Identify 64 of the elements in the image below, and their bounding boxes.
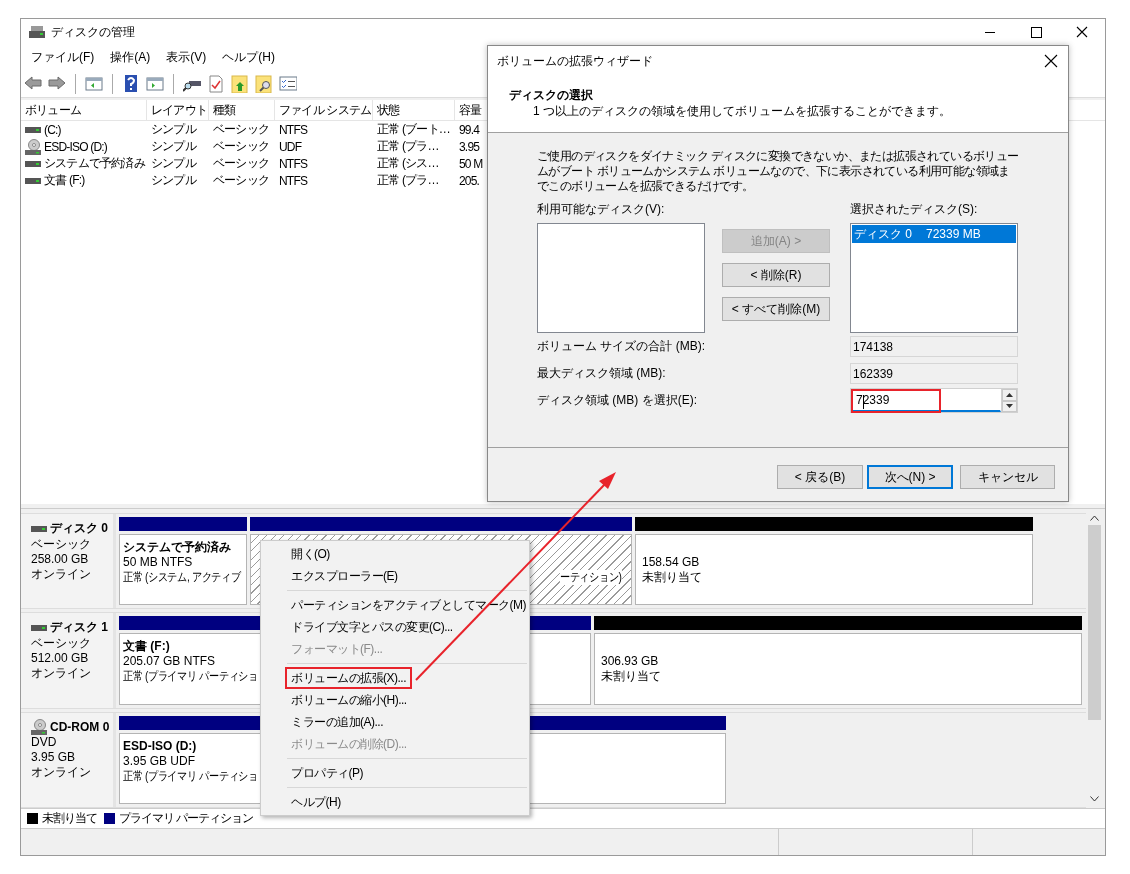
partition-size: 50 MB NTFS (123, 555, 193, 570)
table-cell: ベーシック (213, 138, 269, 155)
table-cell: 99.4 (459, 122, 480, 137)
table-cell: NTFS (279, 122, 308, 137)
partition-status: ーティション) (559, 570, 621, 585)
partition-status: 正常 (プライマリ パーティショ (123, 768, 258, 784)
table-cell: ESD-ISO (D:) (44, 139, 108, 154)
list-label: 利用可能なディスク(V): (537, 202, 666, 217)
table-cell: シンプル (151, 172, 196, 189)
table-cell: (C:) (44, 122, 61, 137)
table-cell: 正常 (ブート… (377, 121, 450, 138)
dialog-heading: ディスクの選択 (509, 87, 594, 103)
table-cell: ベーシック (213, 121, 269, 138)
partition-name: ESD-ISO (D:) (123, 738, 197, 754)
table-cell: 正常 (シス… (377, 155, 439, 172)
legend-label: プライマリ パーティション (119, 810, 254, 827)
table-cell: ベーシック (213, 155, 269, 172)
readonly-field: 162339 (850, 363, 1018, 384)
field-label: ボリューム サイズの合計 (MB): (537, 339, 705, 354)
partition-size: 3.95 GB UDF (123, 753, 196, 769)
table-cell: 正常 (プラ… (377, 138, 439, 155)
disk-size: 3.95 GB (31, 749, 77, 765)
dialog-subheading: 1 つ以上のディスクの領域を使用してボリュームを拡張することができます。 (532, 103, 952, 119)
table-cell: 正常 (プラ… (377, 172, 439, 189)
window-title: ディスクの管理 (51, 23, 135, 41)
partition-size: 306.93 GB (601, 654, 659, 670)
list-label: 選択されたディスク(S): (850, 202, 979, 217)
table-cell: シンプル (151, 121, 196, 138)
disk-type: DVD (31, 734, 58, 750)
disk-size: 258.00 GB (31, 552, 90, 567)
table-cell: 205. (459, 173, 480, 188)
disk-type: ベーシック (31, 537, 92, 552)
partition-status: 正常 (システム, アクティブ (123, 570, 241, 585)
field-label: ディスク領域 (MB) を選択(E): (537, 393, 697, 408)
disk-size: 512.00 GB (31, 651, 90, 667)
disk-name: ディスク 0 (50, 520, 108, 537)
disk-status: オンライン (31, 567, 92, 582)
table-cell: NTFS (279, 156, 308, 171)
dialog-title: ボリュームの拡張ウィザード (497, 52, 653, 70)
table-cell: ベーシック (213, 172, 269, 189)
table-cell: シンプル (151, 138, 196, 155)
partition-size: 205.07 GB NTFS (123, 654, 216, 670)
partition-status: 未割り当て (601, 669, 661, 685)
table-cell: 文書 (F:) (44, 172, 85, 189)
table-cell: シンプル (151, 155, 196, 172)
table-cell: 50 M (459, 156, 483, 171)
dialog-description: ご使用のディスクをダイナミック ディスクに変換できないか、または拡張されているボリュームがブート ボリュームかシステム ボリュームなので、下に表示されている利用可能な領域までこのボリュームを拡張できるだけです。 (537, 149, 1020, 194)
table-cell: UDF (279, 139, 302, 154)
disk-status: オンライン (31, 666, 92, 682)
legend-label: 未割り当て (42, 810, 97, 827)
disk-name: ディスク 1 (50, 619, 108, 637)
readonly-field: 174138 (850, 336, 1018, 357)
partition-status: 未割り当て (642, 570, 702, 585)
disk-name: CD-ROM 0 (50, 719, 110, 734)
partition-name: システムで予約済み (123, 540, 231, 555)
table-cell: システムで予約済み (44, 155, 145, 172)
partition-name: 文書 (F:) (123, 639, 170, 655)
partition-status: 正常 (プライマリ パーティショ (123, 669, 258, 685)
field-label: 最大ディスク領域 (MB): (537, 366, 666, 381)
disk-status: オンライン (31, 764, 92, 780)
table-cell: 3.95 (459, 139, 480, 154)
disk-type: ベーシック (31, 636, 92, 652)
partition-size: 158.54 GB (642, 555, 700, 570)
table-cell: NTFS (279, 173, 308, 188)
